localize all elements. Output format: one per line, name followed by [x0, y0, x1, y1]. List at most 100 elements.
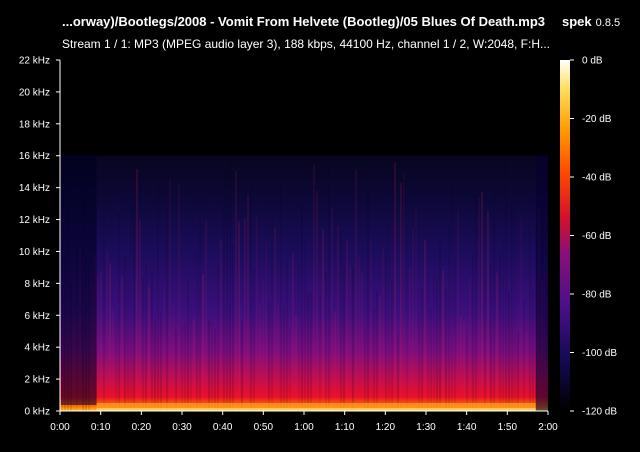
colorbar-tick-label: -60 dB [582, 231, 612, 242]
spectrogram-streak [199, 199, 201, 411]
spectrogram-streak [100, 271, 102, 411]
x-tick-label: 1:40 [457, 422, 477, 433]
spectrogram-streak [445, 289, 447, 411]
spectrogram-streak [475, 193, 477, 411]
spectrogram-streak [484, 280, 486, 411]
x-tick-label: 0:10 [91, 422, 111, 433]
spectrogram-streak [457, 210, 459, 411]
spectrogram-streak [409, 268, 411, 411]
spectrogram-streak [532, 289, 534, 411]
spectrogram-streak [307, 293, 309, 411]
spectrogram-streak [142, 276, 144, 411]
spectrogram-streak [415, 208, 417, 411]
x-tick-label: 2:00 [538, 422, 558, 433]
spectrogram-streak [505, 159, 507, 411]
spectrogram-streak [217, 267, 219, 411]
spectrogram-streak [193, 318, 195, 411]
spectrogram-streak [523, 301, 525, 411]
spectrogram-streak [439, 242, 441, 411]
spectrogram-streak [367, 159, 369, 411]
spectrogram-streak [529, 233, 531, 411]
spectrogram-streak [241, 320, 243, 411]
spectrogram-streak [337, 225, 339, 411]
spectrogram-streak [400, 182, 402, 411]
x-tick-label: 0:40 [213, 422, 233, 433]
x-tick-label: 1:00 [294, 422, 314, 433]
spectrogram-streak [250, 176, 252, 411]
spectrogram-streak [181, 325, 183, 411]
spectrogram-streak [274, 227, 276, 411]
colorbar-tick-label: -40 dB [582, 173, 612, 184]
y-ticks: 0 kHz 2 kHz 4 kHz 6 kHz 8 kHz 10 kHz 12 kHz 14 … [19, 56, 60, 418]
spectrogram-streak [385, 247, 387, 411]
spectrogram-streak [313, 165, 315, 411]
spectrogram-streak [496, 272, 498, 411]
y-tick-label: 18 kHz [19, 119, 50, 130]
spectrogram-streak [232, 245, 234, 411]
spectrogram-streak [277, 302, 279, 411]
spectrogram-streak [421, 288, 423, 411]
spectrogram-streak [391, 279, 393, 411]
spectrogram-streak [511, 205, 513, 411]
spectrogram-streak [481, 191, 483, 411]
spectrogram-streak [292, 252, 294, 411]
spectrogram-streak [499, 254, 501, 411]
x-tick-label: 0:00 [50, 422, 70, 433]
spectrogram-streak [151, 270, 153, 411]
spectrogram-streak [148, 286, 150, 411]
spectrogram-streak [433, 275, 435, 411]
spectrogram-streak [157, 178, 159, 411]
spectrogram-streak [208, 320, 210, 411]
spectrogram-streak [352, 266, 354, 411]
spectrogram-streak [214, 329, 216, 411]
spectrogram-streak [121, 276, 123, 411]
x-tick-label: 0:30 [172, 422, 192, 433]
spectrogram-streak [379, 295, 381, 411]
y-tick-label: 10 kHz [19, 247, 50, 258]
spectrogram-streak [133, 197, 135, 411]
spectrogram-streak [382, 246, 384, 411]
spectrogram-streak [355, 169, 357, 411]
outro-region [535, 155, 548, 411]
spectrogram-streak [196, 248, 198, 411]
spectrogram-streak [115, 318, 117, 411]
spectrogram-streak [373, 306, 375, 411]
spectrogram-streak [442, 270, 444, 411]
spectrogram-chart: 0:00 0:10 0:20 0:30 0:40 0:50 1:00 1:10 1:20 1:30… [19, 56, 617, 434]
colorbar-tick-label: -120 dB [582, 407, 617, 418]
spectrogram-streak [127, 255, 129, 411]
x-tick-label: 1:20 [376, 422, 396, 433]
colorbar-tick-label: -80 dB [582, 290, 612, 301]
spectrogram-streak [316, 190, 318, 411]
x-tick-label: 1:50 [498, 422, 518, 433]
spectrogram-streak [145, 264, 147, 411]
spectrogram-streak [448, 224, 450, 411]
spectrogram-streak [244, 217, 246, 411]
x-tick-label: 1:10 [335, 422, 355, 433]
y-tick-label: 14 kHz [19, 183, 50, 194]
spectrogram-streak [436, 278, 438, 411]
spectrogram-streak [130, 201, 132, 411]
spectrogram-streak [469, 277, 471, 411]
spectrogram-streak [247, 194, 249, 411]
y-tick-label: 4 kHz [24, 343, 50, 354]
spectrogram-streak [361, 272, 363, 411]
y-tick-label: 22 kHz [19, 56, 50, 67]
spectrogram-streak [340, 234, 342, 411]
x-tick-label: 0:50 [254, 422, 274, 433]
spectrogram-streak [280, 174, 282, 411]
spectrogram-streak [514, 184, 516, 411]
spectrogram-streak [112, 310, 114, 411]
spectrogram-streak [220, 240, 222, 411]
spectrogram-streak [487, 210, 489, 411]
spectrogram-streak [190, 305, 192, 411]
y-tick-label: 16 kHz [19, 151, 50, 162]
x-tick-label: 0:20 [132, 422, 152, 433]
spectrogram-streak [322, 229, 324, 411]
spectrogram-streak [175, 330, 177, 411]
spectrogram-streak [301, 204, 303, 411]
spectrogram-streak [187, 281, 189, 411]
spectrogram-streak [310, 293, 312, 411]
spectrogram-streak [172, 304, 174, 411]
spectrogram-streak [328, 169, 330, 411]
